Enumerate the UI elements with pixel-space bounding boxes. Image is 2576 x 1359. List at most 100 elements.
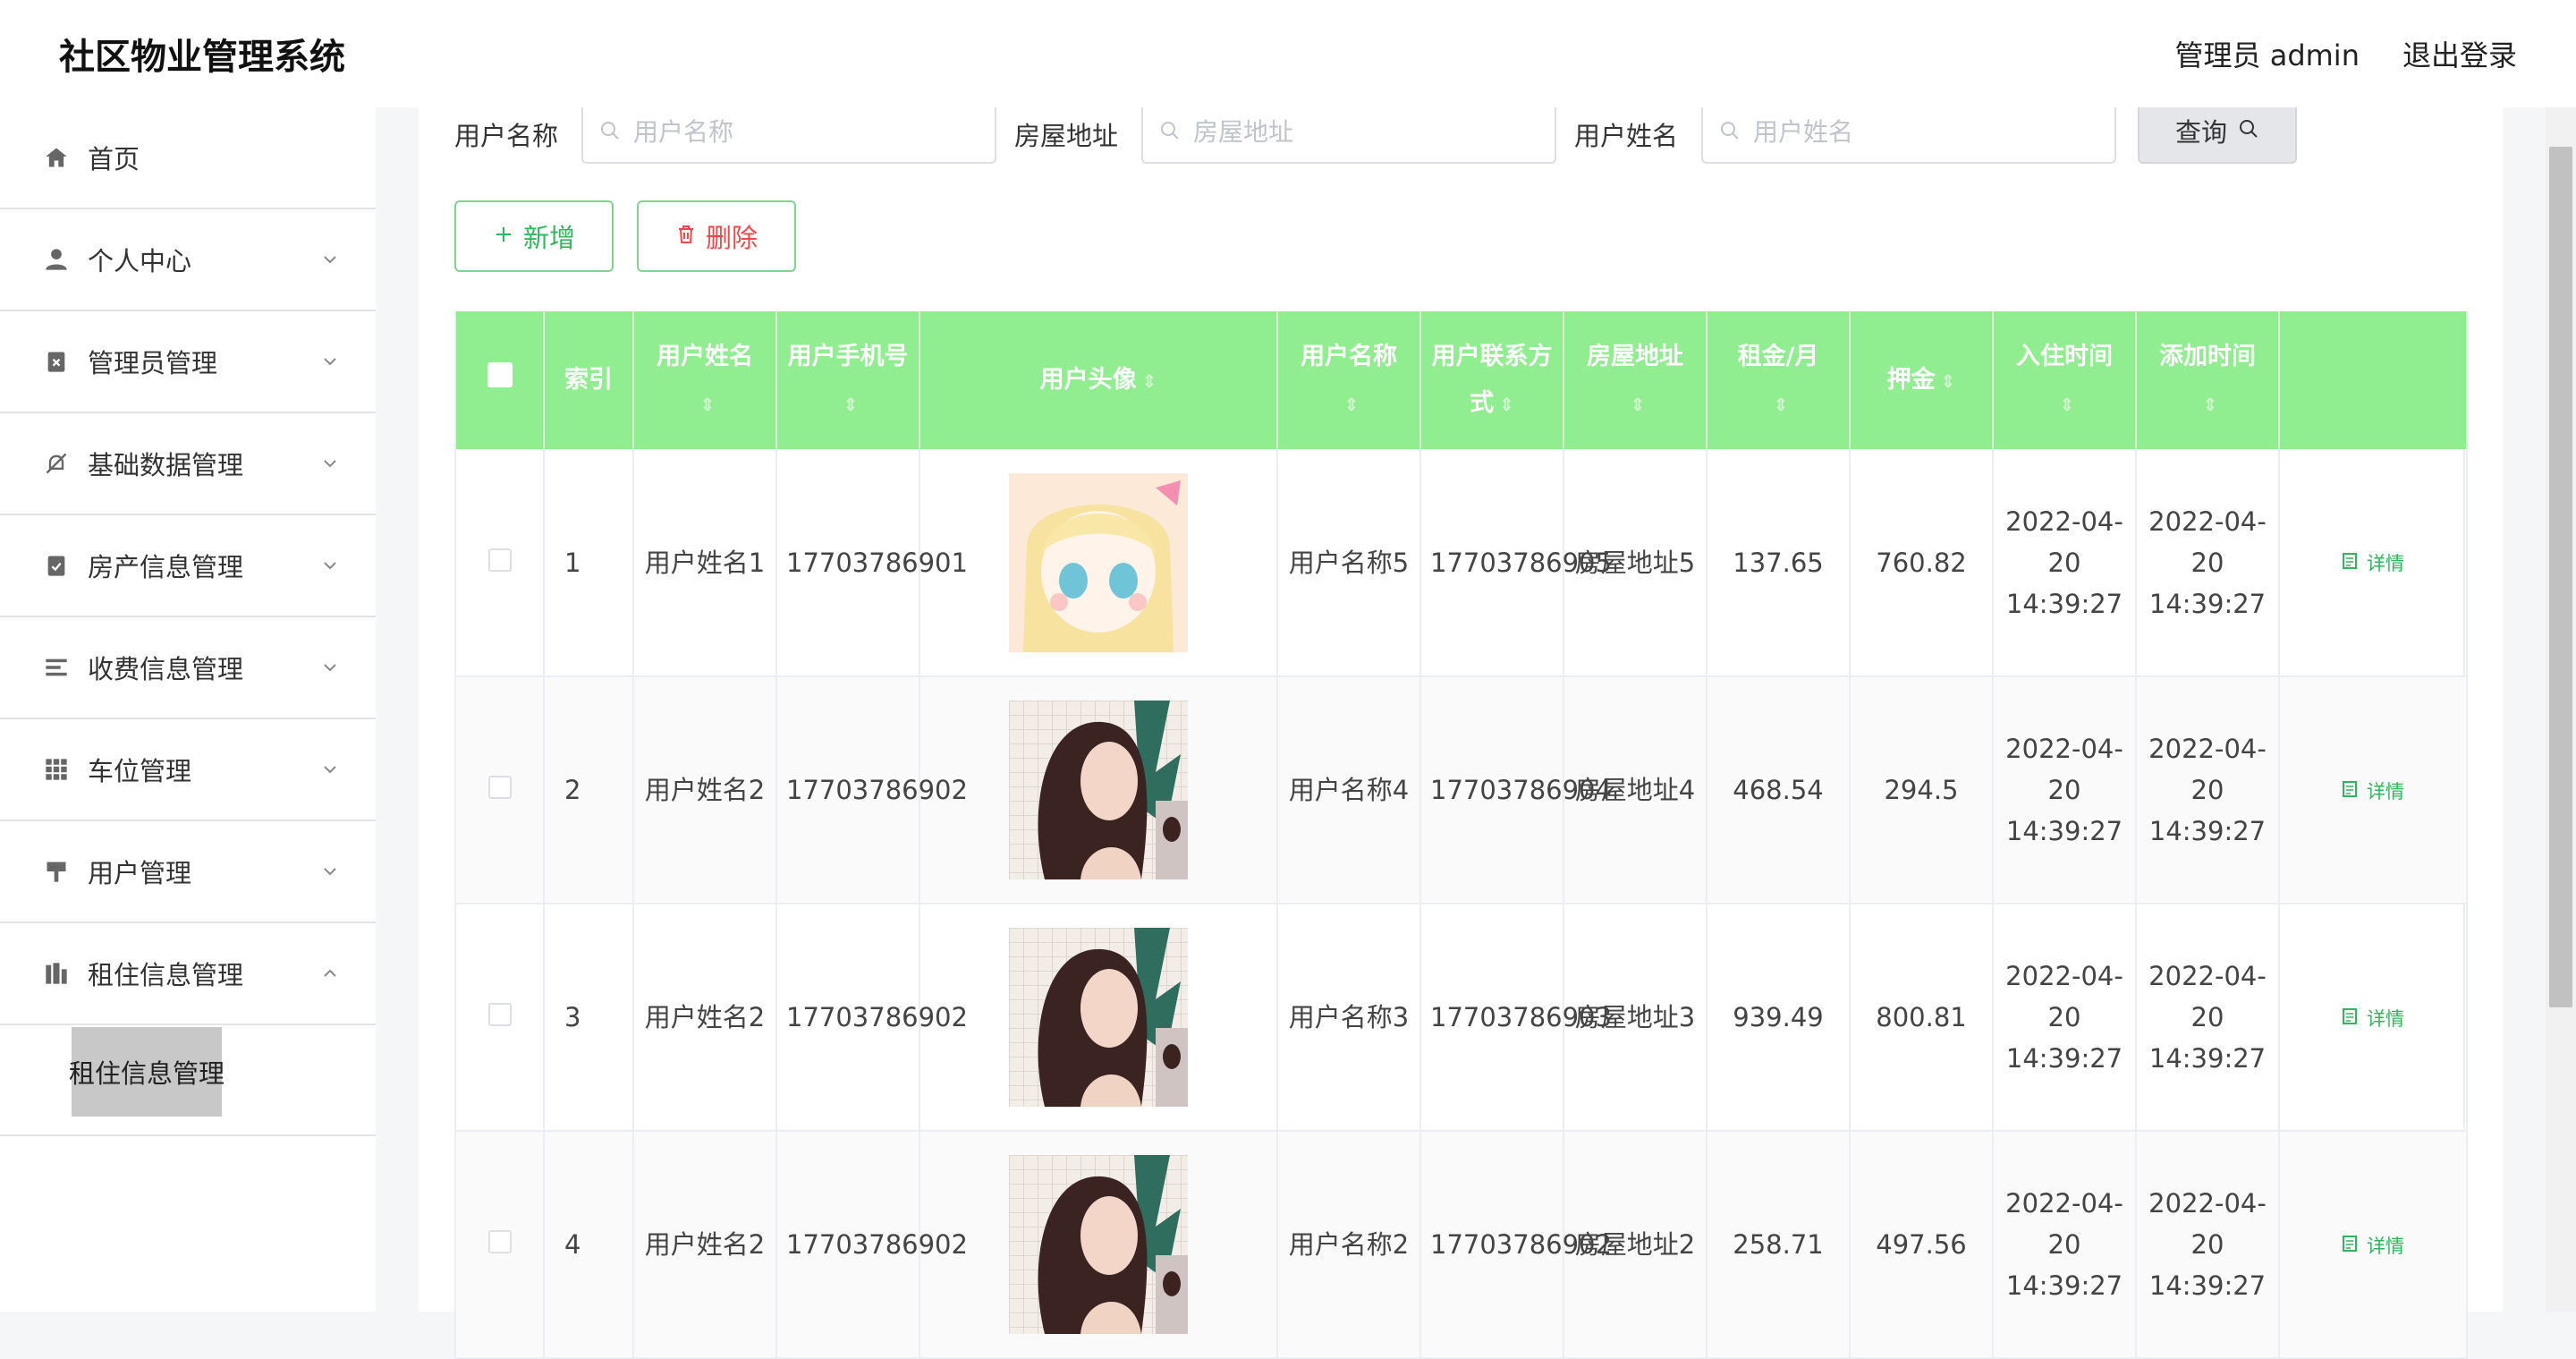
sidebar-item-label: 租住信息管理 [88,960,244,990]
sidebar-item-label: 车位管理 [88,756,192,786]
cell-username: 用户名称4 [1277,676,1421,905]
submenu-rental: 租住信息管理 [0,1025,376,1136]
sidebar-item-profile[interactable]: 个人中心 [0,209,376,311]
search-icon [1159,120,1181,141]
cell-phone: 17703786902 [776,1131,968,1359]
cell-avatar [919,1131,1278,1359]
sidebar-item-basic-data[interactable]: 基础数据管理 [0,413,376,515]
cell-rent: 137.65 [1707,449,1851,677]
table-row[interactable]: 1 用户姓名1 17703786901 用户名称5 17703786905 房屋… [456,449,2468,677]
cell-index: 1 [544,449,634,677]
table-row[interactable]: 4 用户姓名2 17703786902 用户名称2 17703786902 房屋… [456,1131,2468,1359]
search-button[interactable]: 查询 [2138,98,2298,164]
sidebar-item-rental[interactable]: 租住信息管理 [0,923,376,1025]
cell-added: 2022-04-20 14:39:27 [2136,904,2280,1132]
table-row[interactable]: 3 用户姓名2 17703786902 用户名称3 17703786903 房屋… [456,904,2468,1132]
cell-deposit: 497.56 [1850,1131,1994,1359]
add-button[interactable]: 新增 [454,200,614,272]
cell-name: 用户姓名1 [633,449,777,677]
list-icon [43,654,70,681]
sidebar-item-users[interactable]: 用户管理 [0,821,376,923]
bell-off-icon [43,450,70,477]
sidebar-item-label: 基础数据管理 [88,450,244,480]
sidebar-item-fees[interactable]: 收费信息管理 [0,617,376,719]
row-checkbox-cell [456,449,545,677]
detail-button[interactable]: 详情 [2342,771,2404,812]
row-checkbox[interactable] [487,548,512,572]
row-checkbox[interactable] [487,1003,512,1026]
logout-link[interactable]: 退出登录 [2402,33,2517,74]
cell-contact: 17703786903 [1420,904,1612,1132]
search-placeholder: 房屋地址 [1193,117,1294,147]
chevron-down-icon [320,352,340,371]
cell-actions: 详情 [2279,676,2468,905]
scrollbar-thumb[interactable] [2549,147,2572,1007]
sidebar-item-admins[interactable]: 管理员管理 [0,311,376,413]
cell-contact: 17703786902 [1420,1131,1612,1359]
cell-phone: 17703786902 [776,904,968,1132]
column-header[interactable]: 用户姓名 ⇕ [633,311,777,449]
cell-phone: 17703786901 [776,449,968,677]
detail-button-label: 详情 [2367,1007,2404,1030]
sort-icon: ⇕ [1773,393,1789,415]
cell-added: 2022-04-20 14:39:27 [2136,1131,2280,1359]
chevron-down-icon [320,250,340,269]
sort-icon: ⇕ [2202,393,2218,415]
search-icon [599,120,621,141]
delete-button-label: 删除 [705,223,758,253]
sidebar-item-home[interactable]: 首页 [0,107,376,209]
cell-avatar [919,449,1278,677]
column-header[interactable]: 添加时间 ⇕ [2136,311,2280,449]
column-header[interactable]: 用户名称 ⇕ [1277,311,1421,449]
sidebar-item-label: 管理员管理 [88,348,218,378]
cell-actions: 详情 [2279,904,2468,1132]
search-input-username[interactable]: 用户名称 [581,98,997,164]
detail-button[interactable]: 详情 [2342,543,2404,584]
cell-name: 用户姓名2 [633,904,777,1132]
cell-index: 4 [544,1131,634,1359]
search-input-name[interactable]: 用户姓名 [1701,98,2117,164]
delete-button[interactable]: 删除 [637,200,796,272]
detail-button[interactable]: 详情 [2342,998,2404,1040]
cell-avatar [919,676,1278,905]
chevron-down-icon [320,454,340,473]
column-header-actions [2279,311,2468,449]
select-all-checkbox[interactable] [456,311,545,449]
column-header[interactable]: 押金 ⇕ [1850,311,1994,449]
document-icon [2342,771,2358,812]
grid-icon [43,756,70,783]
avatar [1009,1155,1188,1334]
table-row[interactable]: 2 用户姓名2 17703786902 用户名称4 17703786904 房屋… [456,676,2468,905]
column-header[interactable]: 用户联系方式 ⇕ [1420,311,1564,449]
sidebar-item-label: 房产信息管理 [88,552,244,582]
cell-address: 房屋地址2 [1563,1131,1707,1359]
column-header[interactable]: 用户头像 ⇕ [919,311,1278,449]
row-checkbox[interactable] [487,776,512,799]
chevron-down-icon [320,556,340,575]
sidebar-item-property[interactable]: 房产信息管理 [0,515,376,617]
cell-index: 3 [544,904,634,1132]
row-checkbox[interactable] [487,1230,512,1253]
sidebar-item-label: 首页 [88,144,140,174]
row-checkbox-cell [456,1131,545,1359]
detail-button[interactable]: 详情 [2342,1226,2404,1267]
trash-icon [675,221,697,251]
column-header[interactable]: 租金/月 ⇕ [1707,311,1851,449]
column-header[interactable]: 入住时间 ⇕ [1993,311,2137,449]
sort-icon: ⇕ [1630,393,1646,415]
submenu-item-rental-info[interactable]: 租住信息管理 [69,1027,225,1117]
document-icon [2342,1226,2358,1267]
sort-icon: ⇕ [2059,393,2075,415]
add-button-label: 新增 [522,223,575,253]
sidebar-item-label: 收费信息管理 [88,654,244,684]
column-header[interactable]: 用户手机号⇕ [776,311,920,449]
column-header[interactable]: 房屋地址 ⇕ [1563,311,1707,449]
search-input-address[interactable]: 房屋地址 [1141,98,1557,164]
chevron-up-icon [320,964,340,983]
sidebar-item-parking[interactable]: 车位管理 [0,719,376,821]
search-button-label: 查询 [2175,117,2228,148]
clipboard-check-icon [43,552,70,579]
search-icon [2238,115,2259,146]
page-scrollbar[interactable] [2546,107,2576,1312]
document-icon [2342,543,2358,584]
